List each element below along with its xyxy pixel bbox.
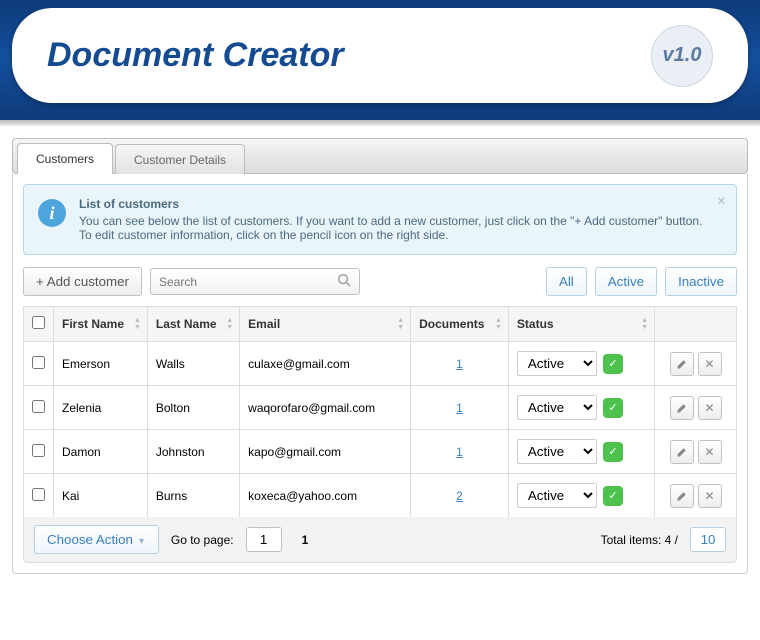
cell-last: Johnston: [147, 430, 239, 474]
col-select: [24, 307, 54, 342]
toolbar: + Add customer All Active Inactive: [23, 267, 737, 296]
info-title: List of customers: [79, 197, 706, 211]
search-input-wrap[interactable]: [150, 268, 360, 295]
table-row: DamonJohnstonkapo@gmail.com 1 ActiveInacti…: [24, 430, 737, 474]
total-items-label: Total items: 4 /: [601, 533, 678, 547]
edit-button[interactable]: [670, 352, 694, 376]
info-body: You can see below the list of customers.…: [79, 214, 706, 242]
edit-button[interactable]: [670, 396, 694, 420]
page-count: 1: [302, 533, 309, 547]
documents-link[interactable]: 1: [456, 401, 463, 415]
check-icon: ✓: [603, 486, 623, 506]
documents-link[interactable]: 1: [456, 357, 463, 371]
customers-table: First Name▲▼ Last Name▲▼ Email▲▼ Documen…: [23, 306, 737, 518]
sort-icon[interactable]: ▲▼: [226, 317, 233, 331]
row-checkbox[interactable]: [32, 488, 45, 501]
status-select[interactable]: ActiveInactive: [517, 439, 597, 464]
delete-button[interactable]: ✕: [698, 440, 722, 464]
filter-all-button[interactable]: All: [546, 267, 587, 296]
delete-button[interactable]: ✕: [698, 484, 722, 508]
documents-link[interactable]: 2: [456, 489, 463, 503]
cell-email: culaxe@gmail.com: [240, 342, 411, 386]
panel: × List of customers You can see below th…: [12, 174, 748, 574]
info-box: × List of customers You can see below th…: [23, 184, 737, 255]
status-select[interactable]: ActiveInactive: [517, 483, 597, 508]
sort-icon[interactable]: ▲▼: [134, 317, 141, 331]
info-icon: [38, 199, 66, 227]
search-input[interactable]: [159, 275, 337, 289]
tabs-bar: Customers Customer Details: [12, 138, 748, 174]
filter-active-button[interactable]: Active: [595, 267, 657, 296]
cell-first: Damon: [54, 430, 148, 474]
select-all-checkbox[interactable]: [32, 316, 45, 329]
documents-link[interactable]: 1: [456, 445, 463, 459]
row-checkbox[interactable]: [32, 400, 45, 413]
cell-email: kapo@gmail.com: [240, 430, 411, 474]
header-pill: Document Creator v1.0: [12, 8, 748, 103]
check-icon: ✓: [603, 398, 623, 418]
row-checkbox[interactable]: [32, 356, 45, 369]
table-row: ZeleniaBoltonwaqorofaro@gmail.com 1 Active…: [24, 386, 737, 430]
cell-first: Emerson: [54, 342, 148, 386]
table-footer: Choose Action▼ Go to page: 1 Total items…: [23, 517, 737, 563]
tab-customer-details[interactable]: Customer Details: [115, 144, 245, 174]
per-page-input[interactable]: [690, 527, 726, 552]
col-last: Last Name▲▼: [147, 307, 239, 342]
delete-button[interactable]: ✕: [698, 352, 722, 376]
edit-button[interactable]: [670, 440, 694, 464]
delete-button[interactable]: ✕: [698, 396, 722, 420]
row-checkbox[interactable]: [32, 444, 45, 457]
header: Document Creator v1.0: [0, 0, 760, 120]
sort-icon[interactable]: ▲▼: [397, 317, 404, 331]
cell-last: Bolton: [147, 386, 239, 430]
col-email: Email▲▼: [240, 307, 411, 342]
chevron-down-icon: ▼: [137, 536, 146, 546]
col-first: First Name▲▼: [54, 307, 148, 342]
check-icon: ✓: [603, 354, 623, 374]
app-title: Document Creator: [47, 36, 651, 75]
close-icon[interactable]: ×: [717, 193, 726, 211]
col-docs: Documents▲▼: [411, 307, 509, 342]
page-input[interactable]: [246, 527, 282, 552]
status-select[interactable]: ActiveInactive: [517, 351, 597, 376]
choose-action-button[interactable]: Choose Action▼: [34, 525, 159, 554]
add-customer-button[interactable]: + Add customer: [23, 267, 142, 296]
table-row: EmersonWallsculaxe@gmail.com 1 ActiveInact…: [24, 342, 737, 386]
filter-inactive-button[interactable]: Inactive: [665, 267, 737, 296]
search-icon: [337, 273, 351, 290]
cell-last: Burns: [147, 474, 239, 518]
cell-first: Kai: [54, 474, 148, 518]
col-actions: [655, 307, 737, 342]
cell-email: koxeca@yahoo.com: [240, 474, 411, 518]
version-badge: v1.0: [651, 25, 713, 87]
sort-icon[interactable]: ▲▼: [495, 317, 502, 331]
goto-page-label: Go to page:: [171, 533, 234, 547]
check-icon: ✓: [603, 442, 623, 462]
sort-icon[interactable]: ▲▼: [641, 317, 648, 331]
cell-email: waqorofaro@gmail.com: [240, 386, 411, 430]
edit-button[interactable]: [670, 484, 694, 508]
cell-first: Zelenia: [54, 386, 148, 430]
status-select[interactable]: ActiveInactive: [517, 395, 597, 420]
col-status: Status▲▼: [508, 307, 654, 342]
tab-customers[interactable]: Customers: [17, 143, 113, 174]
cell-last: Walls: [147, 342, 239, 386]
table-row: KaiBurnskoxeca@yahoo.com 2 ActiveInactive ✓…: [24, 474, 737, 518]
